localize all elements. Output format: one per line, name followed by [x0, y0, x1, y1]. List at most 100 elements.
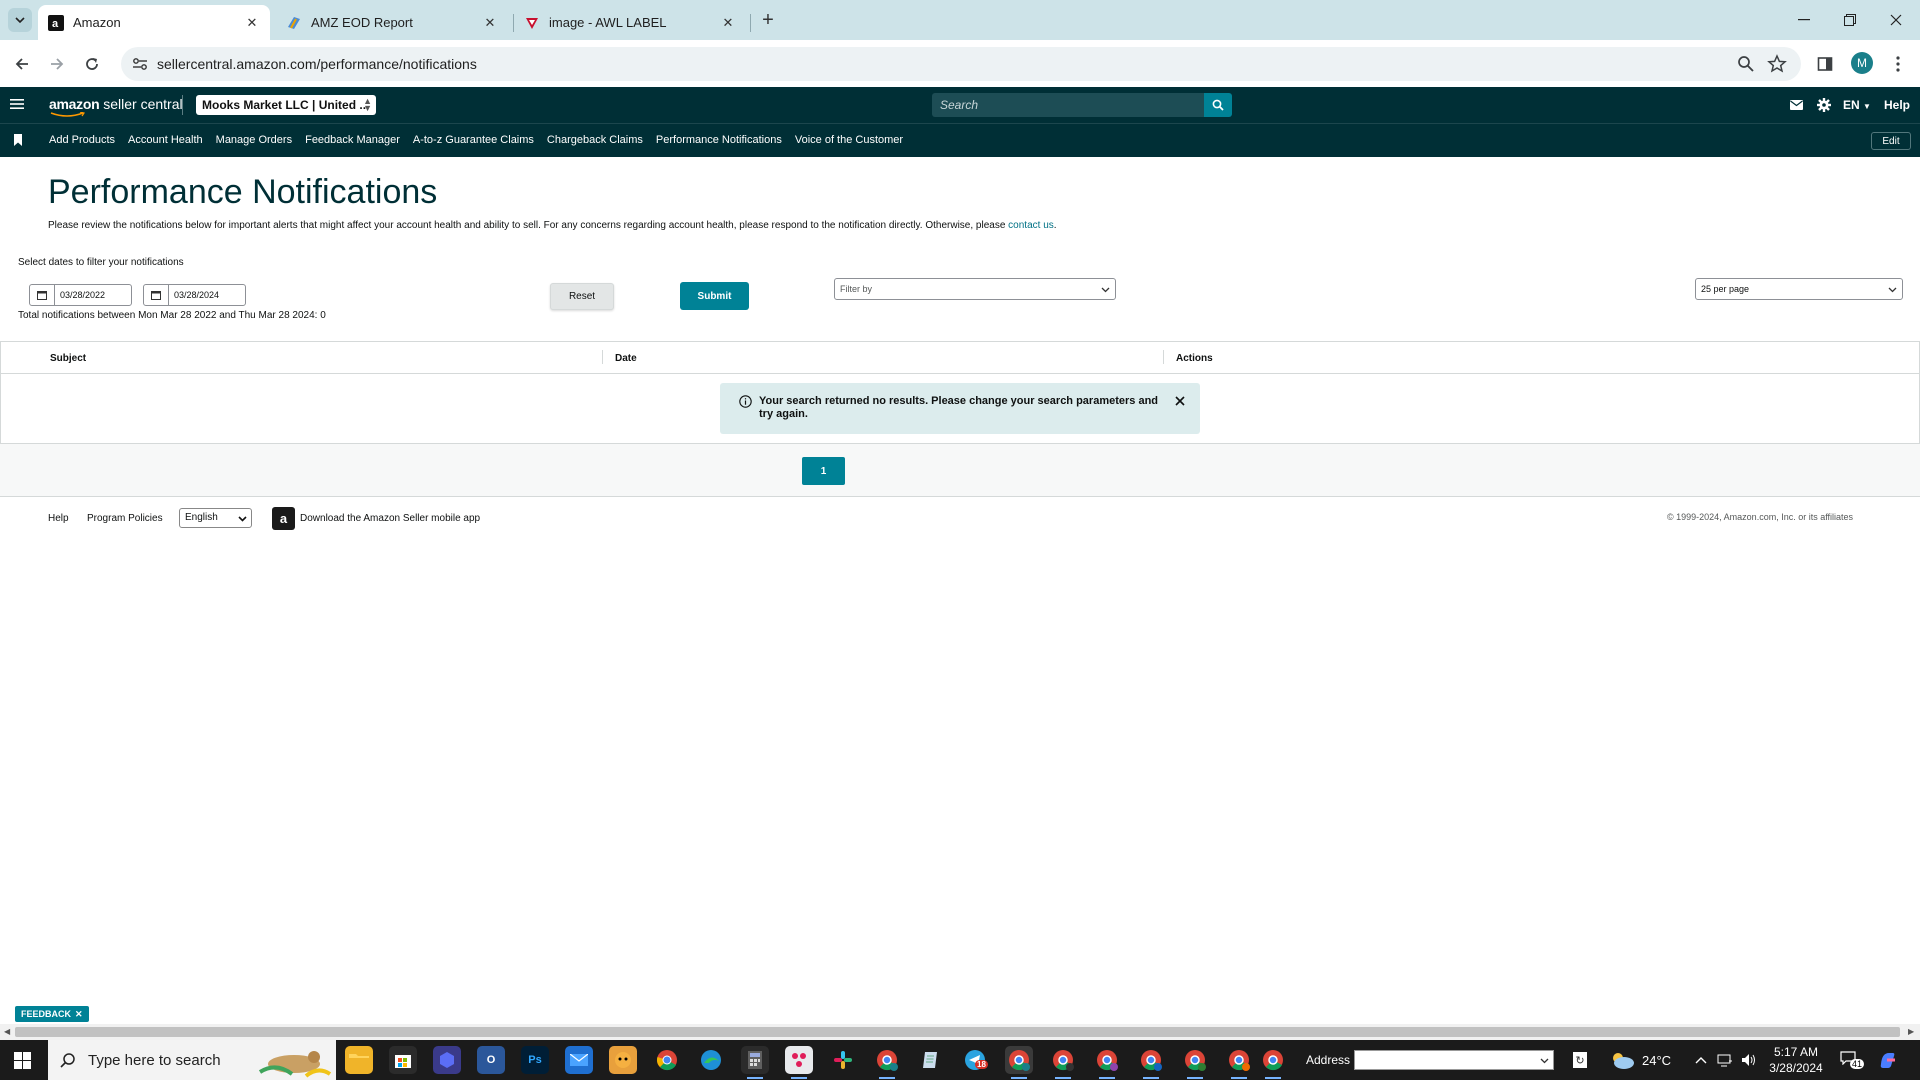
per-page-select[interactable]: 25 per page	[1695, 278, 1903, 300]
chevron-up-icon[interactable]	[1693, 1052, 1709, 1068]
header-search[interactable]	[932, 93, 1204, 117]
clock[interactable]: 5:17 AM 3/28/2024	[1766, 1044, 1826, 1076]
zoom-icon[interactable]	[1737, 55, 1755, 73]
reset-button[interactable]: Reset	[550, 283, 614, 310]
back-arrow-icon[interactable]	[10, 52, 34, 76]
footer-help-link[interactable]: Help	[48, 513, 69, 524]
telegram-icon[interactable]: 18	[961, 1046, 989, 1074]
address-bar[interactable]: sellercentral.amazon.com/performance/not…	[121, 47, 1801, 81]
taskbar-search-box[interactable]: Type here to search	[48, 1040, 336, 1080]
calculator-icon[interactable]	[741, 1046, 769, 1079]
footer-language-select[interactable]: English	[179, 508, 252, 528]
edge-icon[interactable]	[697, 1046, 725, 1074]
chrome-profile-icon[interactable]	[1137, 1046, 1165, 1079]
chevron-down-icon[interactable]	[1540, 1056, 1549, 1065]
start-date-picker[interactable]: 03/28/2022	[29, 284, 132, 306]
notification-center-icon[interactable]: 41	[1840, 1051, 1865, 1069]
seller-central-logo[interactable]: amazon seller central	[49, 96, 183, 112]
nav-link-add-products[interactable]: Add Products	[49, 134, 115, 146]
close-icon[interactable]: ✕	[482, 15, 498, 31]
close-icon[interactable]: ✕	[75, 1009, 83, 1020]
close-icon[interactable]: ✕	[720, 15, 736, 31]
end-date-picker[interactable]: 03/28/2024	[143, 284, 246, 306]
microsoft-store-icon[interactable]	[389, 1046, 417, 1074]
copilot-icon[interactable]	[1878, 1050, 1898, 1070]
nav-link-voice-of-customer[interactable]: Voice of the Customer	[795, 134, 903, 146]
horizontal-scrollbar[interactable]: ◀ ▶	[0, 1024, 1920, 1040]
refresh-icon[interactable]: ↻	[1573, 1052, 1587, 1068]
site-info-icon[interactable]	[131, 55, 149, 73]
teams-app-icon[interactable]	[785, 1046, 813, 1079]
game-app-icon[interactable]	[609, 1046, 637, 1074]
volume-icon[interactable]	[1741, 1052, 1757, 1068]
header-help-link[interactable]: Help	[1884, 98, 1910, 112]
column-header-subject[interactable]: Subject	[50, 353, 86, 364]
temperature[interactable]: 24°C	[1642, 1053, 1671, 1068]
bookmark-icon[interactable]	[13, 134, 23, 146]
restore-icon[interactable]	[1836, 8, 1864, 32]
taskbar-address-input[interactable]	[1354, 1050, 1554, 1070]
nav-link-chargeback-claims[interactable]: Chargeback Claims	[547, 134, 643, 146]
chrome-profile-icon[interactable]	[1093, 1046, 1121, 1079]
gear-icon[interactable]	[1816, 97, 1832, 113]
chrome-icon[interactable]	[653, 1046, 681, 1074]
kebab-menu-icon[interactable]	[1886, 52, 1910, 76]
profile-avatar[interactable]: M	[1851, 52, 1873, 74]
network-icon[interactable]	[1717, 1052, 1733, 1068]
feedback-button[interactable]: FEEDBACK ✕	[15, 1006, 89, 1022]
header-search-input[interactable]	[932, 93, 1204, 117]
slack-icon[interactable]	[829, 1046, 857, 1074]
language-menu[interactable]: EN ▼	[1843, 98, 1871, 112]
account-switcher[interactable]: Mooks Market LLC | United ... ▲ ▼	[196, 95, 376, 115]
window-close-icon[interactable]	[1882, 8, 1910, 32]
photoshop-icon[interactable]: Ps	[521, 1046, 549, 1074]
calendar-icon[interactable]	[144, 285, 169, 305]
column-header-date[interactable]: Date	[615, 353, 637, 364]
amazon-seller-app-icon[interactable]: a	[272, 507, 295, 530]
mail-app-icon[interactable]	[565, 1046, 593, 1074]
minimize-icon[interactable]	[1790, 8, 1818, 32]
bookmark-star-icon[interactable]	[1767, 54, 1787, 74]
calendar-icon[interactable]	[30, 285, 55, 305]
chrome-icon[interactable]	[1259, 1046, 1287, 1079]
search-button[interactable]	[1204, 93, 1232, 117]
chrome-profile-icon[interactable]	[873, 1046, 901, 1079]
forward-arrow-icon[interactable]	[45, 52, 69, 76]
chrome-profile-icon[interactable]	[1225, 1046, 1253, 1079]
tab-amazon[interactable]: a Amazon ✕	[38, 5, 270, 40]
scroll-left-arrow-icon[interactable]: ◀	[4, 1028, 12, 1036]
page-button[interactable]: 1	[802, 457, 845, 485]
notepad-icon[interactable]	[917, 1046, 945, 1074]
tab-image-awl-label[interactable]: image - AWL LABEL ✕	[514, 5, 746, 40]
chrome-profile-icon[interactable]	[1049, 1046, 1077, 1079]
nav-link-manage-orders[interactable]: Manage Orders	[216, 134, 292, 146]
contact-us-link[interactable]: contact us	[1008, 220, 1054, 231]
edit-nav-button[interactable]: Edit	[1871, 132, 1911, 150]
tab-amz-eod-report[interactable]: AMZ EOD Report ✕	[276, 5, 508, 40]
chrome-active-window-icon[interactable]	[1005, 1046, 1033, 1079]
weather-cloud-icon[interactable]	[1609, 1050, 1635, 1070]
new-tab-plus-icon[interactable]: +	[758, 9, 778, 31]
nav-link-account-health[interactable]: Account Health	[128, 134, 203, 146]
windows-start-icon[interactable]	[14, 1052, 31, 1069]
hamburger-menu-icon[interactable]	[10, 97, 26, 113]
filter-by-select[interactable]: Filter by	[834, 278, 1116, 300]
submit-button[interactable]: Submit	[680, 282, 749, 310]
power-automate-icon[interactable]	[433, 1046, 461, 1074]
outlook-icon[interactable]: O	[477, 1046, 505, 1074]
chrome-profile-icon[interactable]	[1181, 1046, 1209, 1079]
download-app-link[interactable]: Download the Amazon Seller mobile app	[300, 513, 480, 524]
close-icon[interactable]	[1174, 395, 1186, 407]
nav-link-a-to-z-claims[interactable]: A-to-z Guarantee Claims	[413, 134, 534, 146]
side-panel-icon[interactable]	[1813, 52, 1837, 76]
footer-program-policies-link[interactable]: Program Policies	[87, 513, 163, 524]
file-explorer-icon[interactable]	[345, 1046, 373, 1074]
scroll-right-arrow-icon[interactable]: ▶	[1908, 1028, 1916, 1036]
close-icon[interactable]: ✕	[244, 15, 260, 31]
scrollbar-thumb[interactable]	[15, 1027, 1900, 1037]
nav-link-feedback-manager[interactable]: Feedback Manager	[305, 134, 400, 146]
nav-link-performance-notifications[interactable]: Performance Notifications	[656, 134, 782, 146]
mail-icon[interactable]	[1788, 97, 1804, 113]
reload-icon[interactable]	[80, 52, 104, 76]
tab-search-button[interactable]	[8, 8, 32, 32]
